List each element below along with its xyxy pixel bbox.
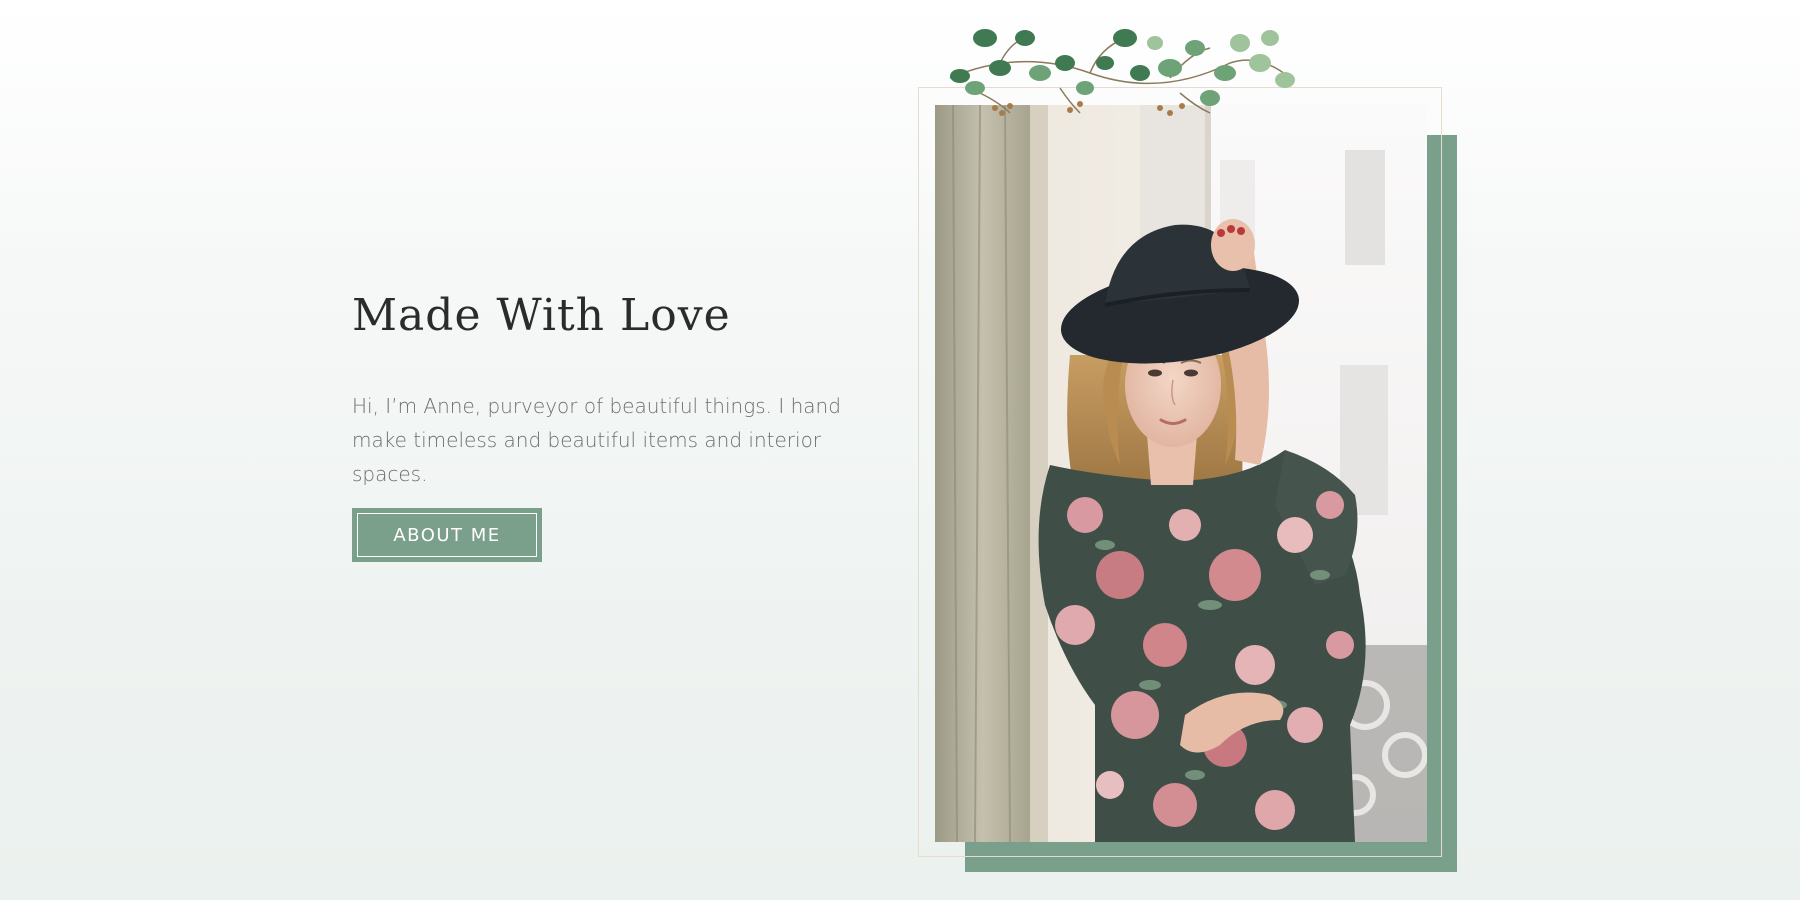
hero-title: Made With Love [352, 290, 731, 341]
hero-description: Hi, I’m Anne, purveyor of beautiful thin… [352, 393, 841, 486]
about-me-button[interactable]: ABOUT ME [352, 508, 542, 562]
hero-text-block: Made With Love Hi, I’m Anne, purveyor of… [352, 290, 872, 491]
eucalyptus-garland-icon [940, 18, 1300, 118]
portrait-photo [935, 105, 1427, 842]
about-me-button-label: ABOUT ME [357, 513, 537, 557]
